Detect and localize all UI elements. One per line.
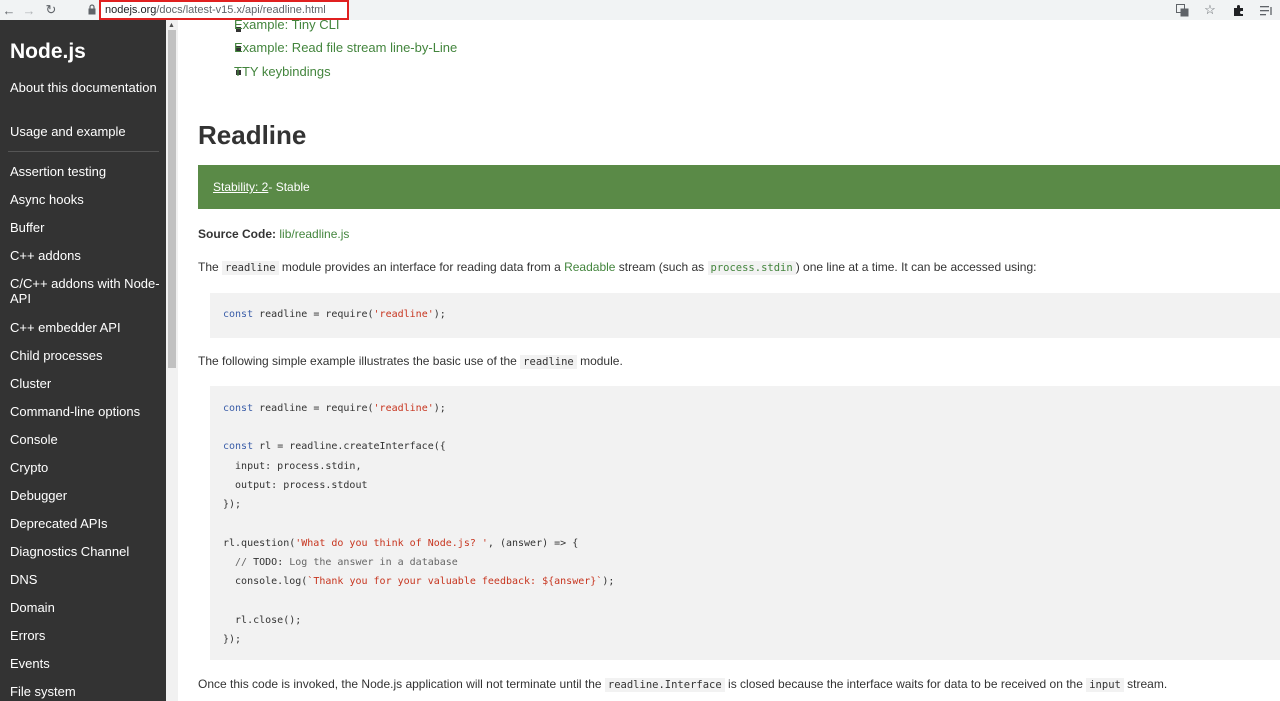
stability-link[interactable]: Stability: 2	[213, 180, 268, 194]
code-text: rl = readline.createInterface({	[253, 441, 446, 452]
site-brand[interactable]: Node.js	[10, 40, 86, 64]
code-line: console.log(`Thank you for your valuable…	[223, 576, 614, 587]
browser-toolbar: ← → ↻ nodejs.org/docs/latest-v15.x/api/r…	[0, 0, 1280, 20]
code-text: , (answer) => {	[487, 538, 579, 549]
page-title: Readline	[198, 120, 307, 150]
toc-item-tty-keybindings[interactable]: TTY keybindings	[234, 64, 331, 79]
code-todo: TODO:	[253, 557, 284, 568]
code-block-example: const readline = require('readline'); co…	[210, 386, 1280, 660]
lock-icon	[88, 4, 96, 15]
bookmark-star-icon[interactable]: ☆	[1196, 0, 1224, 20]
code-line: // TODO: Log the answer in a database	[223, 557, 458, 568]
code-line: const readline = require('readline');	[223, 403, 446, 414]
source-label: Source Code:	[198, 227, 277, 241]
code-text: rl.question(	[223, 538, 296, 549]
code-text: );	[602, 576, 615, 587]
code-keyword: const	[223, 309, 254, 320]
code-line: const readline = require('readline');	[223, 309, 446, 320]
intro-paragraph: The readline module provides an interfac…	[198, 260, 1037, 275]
text: Once this code is invoked, the Node.js a…	[198, 677, 605, 691]
code-comment: //	[223, 557, 254, 568]
code-text: );	[433, 403, 446, 414]
sidebar-item-addons[interactable]: C++ addons	[10, 248, 160, 263]
text: The	[198, 260, 223, 274]
code-line: });	[223, 634, 242, 645]
code-line: rl.question('What do you think of Node.j…	[223, 538, 578, 549]
stability-banner: Stability: 2 - Stable	[198, 165, 1280, 209]
toc-item-read-file-stream[interactable]: Example: Read file stream line-by-Line	[234, 40, 457, 55]
reading-list-icon[interactable]	[1252, 0, 1280, 20]
code-line: });	[223, 499, 242, 510]
code-keyword: const	[223, 441, 254, 452]
code-text: console.log(	[223, 576, 308, 587]
code-block-require: const readline = require('readline');	[210, 293, 1280, 338]
code-string: `Thank you for your valuable feedback: $…	[307, 576, 603, 587]
text: stream (such as	[615, 260, 708, 274]
inline-code-readline: readline	[222, 261, 279, 275]
sidebar-item-domain[interactable]: Domain	[10, 600, 160, 615]
code-string: 'readline'	[373, 309, 434, 320]
sidebar-item-about[interactable]: About this documentation	[10, 80, 160, 95]
code-text: );	[433, 309, 446, 320]
sidebar-item-async-hooks[interactable]: Async hooks	[10, 192, 160, 207]
sidebar-item-embedding[interactable]: C++ embedder API	[10, 320, 160, 335]
extensions-puzzle-icon[interactable]	[1224, 0, 1252, 20]
code-line: rl.close();	[223, 615, 302, 626]
inline-code-input: input	[1086, 678, 1124, 692]
text: module.	[576, 354, 623, 368]
sidebar-item-debugger[interactable]: Debugger	[10, 488, 160, 503]
code-line: output: process.stdout	[223, 480, 368, 491]
code-line: const rl = readline.createInterface({	[223, 441, 446, 452]
code-text: readline = require(	[253, 309, 374, 320]
forward-arrow-icon[interactable]: →	[18, 0, 40, 20]
sidebar-item-crypto[interactable]: Crypto	[10, 460, 160, 475]
url-host: nodejs.org	[105, 4, 157, 16]
sidebar-item-usage[interactable]: Usage and example	[10, 124, 160, 139]
code-comment: Log the answer in a database	[283, 557, 458, 568]
inline-code-readline: readline	[520, 355, 577, 369]
source-link[interactable]: lib/readline.js	[279, 227, 349, 241]
code-line: input: process.stdin,	[223, 461, 362, 472]
code-keyword: const	[223, 403, 254, 414]
example-paragraph: The following simple example illustrates…	[198, 354, 623, 369]
main-content: Example: Tiny CLI Example: Read file str…	[198, 17, 1280, 701]
sidebar-item-events[interactable]: Events	[10, 656, 160, 671]
sidebar-item-dns[interactable]: DNS	[10, 572, 160, 587]
scrollbar-thumb[interactable]	[168, 30, 176, 368]
text: is closed because the interface waits fo…	[724, 677, 1087, 691]
readable-link[interactable]: Readable	[564, 260, 615, 274]
sidebar-item-errors[interactable]: Errors	[10, 628, 160, 643]
code-string: 'What do you think of Node.js? '	[295, 538, 488, 549]
text: module provides an interface for reading…	[278, 260, 565, 274]
text: The following simple example illustrates…	[198, 354, 521, 368]
sidebar-item-fs[interactable]: File system	[10, 684, 160, 699]
reload-icon[interactable]: ↻	[40, 0, 62, 20]
source-code-line: Source Code: lib/readline.js	[198, 227, 349, 241]
sidebar-item-buffer[interactable]: Buffer	[10, 220, 160, 235]
sidebar-item-n-api[interactable]: C/C++ addons with Node-API	[10, 276, 160, 306]
closing-paragraph: Once this code is invoked, the Node.js a…	[198, 677, 1168, 692]
code-string: 'readline'	[373, 403, 434, 414]
back-arrow-icon[interactable]: ←	[0, 0, 18, 20]
sidebar-divider	[8, 151, 159, 152]
code-text: readline = require(	[253, 403, 374, 414]
translate-icon[interactable]	[1168, 0, 1196, 20]
sidebar-nav: Node.js About this documentation Usage a…	[0, 20, 166, 701]
scroll-up-arrow-icon[interactable]: ▲	[168, 22, 175, 29]
process-stdin-link[interactable]: process.stdin	[707, 261, 796, 275]
url-path: /docs/latest-v15.x/api/readline.html	[156, 4, 326, 16]
sidebar-item-console[interactable]: Console	[10, 432, 160, 447]
stability-text: - Stable	[268, 180, 310, 194]
text: stream.	[1123, 677, 1168, 691]
text: ) one line at a time. It can be accessed…	[795, 260, 1037, 274]
toc-item-tiny-cli[interactable]: Example: Tiny CLI	[234, 17, 340, 32]
sidebar-item-assert[interactable]: Assertion testing	[10, 164, 160, 179]
sidebar-item-diagnostics-channel[interactable]: Diagnostics Channel	[10, 544, 160, 559]
sidebar-item-cluster[interactable]: Cluster	[10, 376, 160, 391]
inline-code-interface: readline.Interface	[604, 678, 725, 692]
sidebar-item-cli[interactable]: Command-line options	[10, 404, 160, 419]
sidebar-item-deprecations[interactable]: Deprecated APIs	[10, 516, 160, 531]
sidebar-item-child-process[interactable]: Child processes	[10, 348, 160, 363]
